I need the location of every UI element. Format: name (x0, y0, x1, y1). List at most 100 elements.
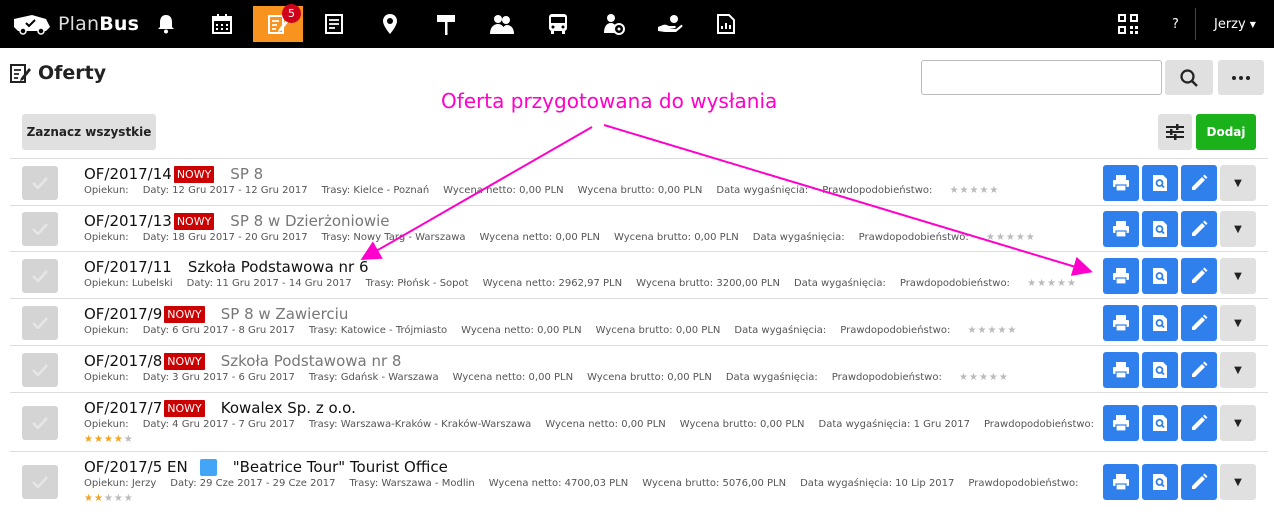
offer-row[interactable]: OF/2017/13 NOWY SP 8 w Dzierżoniowie Opieku… (10, 205, 1268, 251)
nav-calendar[interactable] (204, 6, 240, 42)
offer-client-name[interactable]: SP 8 w Dzierżoniowie (230, 212, 389, 230)
row-checkbox[interactable] (22, 259, 58, 293)
offer-client-name[interactable]: SP 8 w Zawierciu (221, 305, 349, 323)
row-dropdown-button[interactable]: ▼ (1220, 405, 1256, 441)
edit-button[interactable] (1181, 305, 1217, 341)
user-menu[interactable]: Jerzy ▼ (1214, 0, 1256, 48)
select-all-button[interactable]: Zaznacz wszystkie (22, 114, 156, 150)
offer-row[interactable]: OF/2017/5 EN "Beatrice Tour" Tourist Offi… (10, 451, 1268, 510)
edit-button[interactable] (1181, 211, 1217, 247)
print-button[interactable] (1103, 405, 1139, 441)
nav-notifications[interactable] (148, 6, 184, 42)
logo-bus: Bus (99, 13, 140, 35)
offer-row[interactable]: OF/2017/8 NOWY Szkoła Podstawowa nr 8 Opiek… (10, 345, 1268, 392)
offer-probability: Prawdopodobieństwo: ★★★★★ (822, 185, 1000, 196)
offer-code: OF/2017/13 (84, 212, 172, 230)
offer-routes: Trasy: Nowy Targ - Warszawa (321, 232, 466, 243)
top-navbar: PlanBus 5 ? Jerzy ▼ (0, 0, 1274, 48)
row-dropdown-button[interactable]: ▼ (1220, 464, 1256, 500)
offer-row[interactable]: OF/2017/11 Szkoła Podstawowa nr 6 Opiekun:… (10, 251, 1268, 298)
nav-divider (1195, 8, 1196, 40)
edit-button[interactable] (1181, 258, 1217, 294)
print-button[interactable] (1103, 305, 1139, 341)
preview-button[interactable] (1142, 405, 1178, 441)
offer-dates: Daty: 6 Gru 2017 - 8 Gru 2017 (142, 325, 295, 336)
annotation-label: Oferta przygotowana do wysłania (441, 89, 778, 113)
row-dropdown-button[interactable]: ▼ (1220, 352, 1256, 388)
offer-expiry: Data wygaśnięcia: (734, 325, 827, 336)
nav-help[interactable]: ? (1172, 0, 1179, 48)
row-checkbox[interactable] (22, 406, 58, 440)
offer-row[interactable]: OF/2017/14 NOWY SP 8 Opiekun: Daty: 12 Gru 2… (10, 158, 1268, 205)
preview-button[interactable] (1142, 258, 1178, 294)
nav-reports[interactable] (708, 6, 744, 42)
nav-clients[interactable] (484, 6, 520, 42)
print-button[interactable] (1103, 352, 1139, 388)
signpost-icon (437, 15, 455, 35)
print-button[interactable] (1103, 211, 1139, 247)
preview-button[interactable] (1142, 464, 1178, 500)
page-title: Oferty (10, 62, 106, 84)
edit-button[interactable] (1181, 405, 1217, 441)
offer-guardian: Opiekun: (84, 372, 129, 383)
offer-client-name[interactable]: "Beatrice Tour" Tourist Office (233, 458, 448, 476)
offer-routes: Trasy: Płońsk - Sopot (365, 278, 469, 289)
edit-button[interactable] (1181, 165, 1217, 201)
nav-stops[interactable] (428, 6, 464, 42)
offer-client-name[interactable]: Kowalex Sp. z o.o. (221, 399, 356, 417)
row-checkbox[interactable] (22, 212, 58, 246)
offer-expiry: Data wygaśnięcia: 10 Lip 2017 (800, 478, 955, 489)
caret-down-icon: ▼ (1234, 364, 1242, 376)
print-button[interactable] (1103, 464, 1139, 500)
print-button[interactable] (1103, 258, 1139, 294)
preview-button[interactable] (1142, 352, 1178, 388)
filter-button[interactable] (1158, 114, 1192, 150)
add-offer-button[interactable]: Dodaj (1196, 114, 1256, 150)
nav-locations[interactable] (372, 6, 408, 42)
driver-icon (604, 14, 625, 35)
row-dropdown-button[interactable]: ▼ (1220, 305, 1256, 341)
edit-button[interactable] (1181, 352, 1217, 388)
row-dropdown-button[interactable]: ▼ (1220, 258, 1256, 294)
caret-down-icon: ▼ (1234, 476, 1242, 488)
offer-row[interactable]: OF/2017/9 NOWY SP 8 w Zawierciu Opiekun: Dat… (10, 298, 1268, 345)
nav-offers[interactable]: 5 (253, 4, 303, 42)
preview-icon (1153, 221, 1167, 237)
offer-client-name[interactable]: Szkoła Podstawowa nr 8 (221, 352, 402, 370)
preview-button[interactable] (1142, 211, 1178, 247)
row-checkbox[interactable] (22, 353, 58, 387)
offer-code: OF/2017/11 (84, 258, 172, 276)
new-badge: NOWY (164, 399, 205, 417)
page-title-text: Oferty (38, 62, 107, 84)
row-dropdown-button[interactable]: ▼ (1220, 165, 1256, 201)
offer-row[interactable]: OF/2017/7 NOWY Kowalex Sp. z o.o. Opiekun: D… (10, 392, 1268, 451)
row-checkbox[interactable] (22, 306, 58, 340)
offer-price-gross: Wycena brutto: 3200,00 PLN (636, 278, 780, 289)
nav-buses[interactable] (540, 6, 576, 42)
more-options-button[interactable] (1218, 60, 1264, 95)
preview-button[interactable] (1142, 165, 1178, 201)
offer-dates: Daty: 29 Cze 2017 - 29 Cze 2017 (170, 478, 336, 489)
app-logo[interactable]: PlanBus (12, 8, 139, 40)
offer-expiry: Data wygaśnięcia: (793, 278, 886, 289)
row-dropdown-button[interactable]: ▼ (1220, 211, 1256, 247)
print-button[interactable] (1103, 165, 1139, 201)
probability-stars: ★★★★★ (967, 325, 1018, 336)
edit-button[interactable] (1181, 464, 1217, 500)
search-input[interactable] (921, 60, 1162, 95)
nav-qr[interactable] (1110, 6, 1146, 42)
pencil-icon (1192, 414, 1208, 430)
pencil-icon (1192, 314, 1208, 330)
offer-price-net: Wycena netto: 0,00 PLN (443, 185, 564, 196)
nav-payments[interactable] (652, 6, 688, 42)
new-badge: NOWY (173, 212, 215, 230)
preview-button[interactable] (1142, 305, 1178, 341)
offer-client-name[interactable]: SP 8 (230, 165, 263, 183)
nav-drivers[interactable] (596, 6, 632, 42)
row-checkbox[interactable] (22, 166, 58, 200)
offer-client-name[interactable]: Szkoła Podstawowa nr 6 (188, 258, 369, 276)
search-button[interactable] (1165, 60, 1213, 95)
nav-documents[interactable] (316, 6, 352, 42)
offer-probability: Prawdopodobieństwo: (983, 419, 1095, 430)
row-checkbox[interactable] (22, 465, 58, 499)
